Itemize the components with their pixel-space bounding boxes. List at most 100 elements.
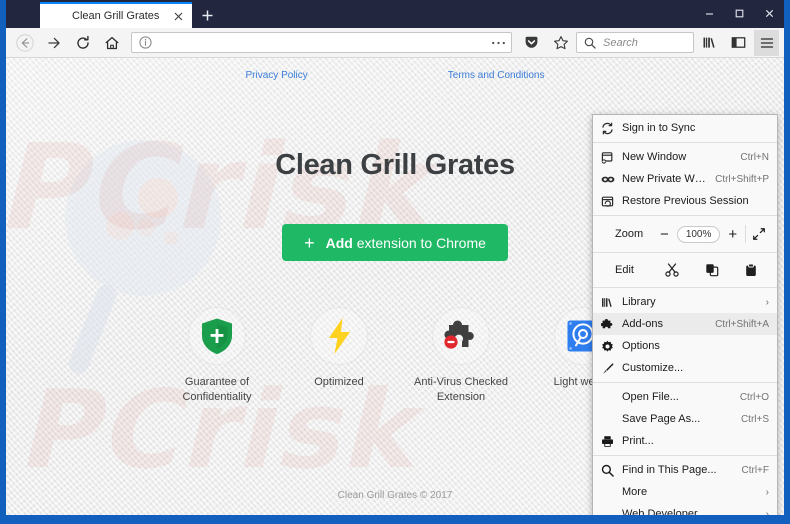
menu-item-label: More <box>622 486 648 498</box>
back-button[interactable] <box>11 30 38 56</box>
paste-icon[interactable] <box>731 259 771 281</box>
navigation-toolbar: Search <box>6 28 784 58</box>
menu-item-more[interactable]: More › <box>593 481 777 503</box>
menu-item-label: Library <box>622 296 656 308</box>
menu-separator <box>593 142 777 143</box>
menu-item-sign-in-to-sync[interactable]: Sign in to Sync <box>593 117 777 139</box>
menu-item-web-developer[interactable]: Web Developer › <box>593 503 777 515</box>
bookmark-star-icon[interactable] <box>547 30 574 56</box>
close-button[interactable] <box>754 0 784 26</box>
menu-separator <box>593 455 777 456</box>
library-icon[interactable] <box>696 30 723 56</box>
puzzle-blocked-icon <box>444 320 474 349</box>
menu-item-shortcut: Ctrl+Shift+P <box>715 173 769 185</box>
menu-item-shortcut: Ctrl+O <box>739 391 769 403</box>
menu-item-label: New Window <box>622 151 687 163</box>
zoom-label: Zoom <box>615 228 644 240</box>
feature-label: Optimized <box>314 376 364 388</box>
url-bar[interactable] <box>131 32 512 53</box>
new-tab-button[interactable] <box>192 2 222 28</box>
yellow-lightning-icon <box>329 318 350 354</box>
blank-icon <box>600 507 615 516</box>
page-content: PCrisk PCrisk Privacy Policy Terms and C… <box>6 58 784 515</box>
zoom-in-button[interactable]: + <box>720 222 745 246</box>
cta-label-strong: Add <box>325 234 353 251</box>
menu-item-label: New Private Window <box>622 173 708 185</box>
minimize-button[interactable] <box>694 0 724 26</box>
chevron-right-icon: › <box>765 508 769 516</box>
magnifier-icon <box>582 35 598 51</box>
menu-item-label: Add-ons <box>622 318 663 330</box>
menu-item-label: Customize... <box>622 362 684 374</box>
menu-item-print[interactable]: Print... <box>593 430 777 452</box>
reload-button[interactable] <box>69 30 96 56</box>
sidebar-icon[interactable] <box>725 30 752 56</box>
tabbar-spacer <box>222 2 694 28</box>
chevron-right-icon: › <box>765 486 769 498</box>
zoom-level-value[interactable]: 100% <box>676 225 721 243</box>
feature-label: Anti-Virus Checked Extension <box>414 376 508 403</box>
restore-session-icon <box>600 194 615 209</box>
menu-item-library[interactable]: Library › <box>593 291 777 313</box>
menu-separator <box>593 287 777 288</box>
menu-item-label: Restore Previous Session <box>622 195 749 207</box>
search-bar[interactable]: Search <box>576 32 694 53</box>
hamburger-icon[interactable] <box>754 29 779 56</box>
menu-item-options[interactable]: Options <box>593 335 777 357</box>
scissors-icon[interactable] <box>652 259 692 281</box>
feature-optimized: Optimized <box>288 307 390 405</box>
add-extension-button[interactable]: + Add extension to Chrome <box>282 224 508 261</box>
menu-separator <box>593 382 777 383</box>
page-actions-ellipsis-icon[interactable] <box>490 35 506 51</box>
mask-icon <box>600 172 615 187</box>
fullscreen-icon[interactable] <box>746 222 771 246</box>
sync-icon <box>600 121 615 136</box>
top-links: Privacy Policy Terms and Conditions <box>6 58 784 81</box>
menu-item-save-page-as[interactable]: Save Page As... Ctrl+S <box>593 408 777 430</box>
browser-window: Clean Grill Grates Search PCrisk PCrisk … <box>0 0 790 524</box>
menu-zoom-row: Zoom − 100% + <box>593 219 777 249</box>
menu-item-open-file[interactable]: Open File... Ctrl+O <box>593 386 777 408</box>
menu-item-label: Save Page As... <box>622 413 701 425</box>
menu-item-restore-previous-session[interactable]: Restore Previous Session <box>593 190 777 212</box>
pocket-icon[interactable] <box>518 30 545 56</box>
feature-icon-circle <box>432 307 490 365</box>
new-window-icon <box>600 150 615 165</box>
menu-item-add-ons[interactable]: Add-ons Ctrl+Shift+A <box>593 313 777 335</box>
printer-icon <box>600 434 615 449</box>
browser-menu-panel: Sign in to Sync New Window Ctrl+N New Pr… <box>592 114 778 515</box>
brush-icon <box>600 361 615 376</box>
window-controls <box>694 0 784 28</box>
tab-bar: Clean Grill Grates <box>6 0 784 28</box>
plus-icon: + <box>304 232 315 253</box>
menu-edit-row: Edit <box>593 256 777 284</box>
addons-puzzle-icon <box>600 317 615 332</box>
menu-item-new-window[interactable]: New Window Ctrl+N <box>593 146 777 168</box>
menu-separator <box>593 215 777 216</box>
terms-and-conditions-link[interactable]: Terms and Conditions <box>448 70 545 81</box>
menu-item-customize[interactable]: Customize... <box>593 357 777 379</box>
menu-item-shortcut: Ctrl+Shift+A <box>715 318 769 330</box>
browser-tab[interactable]: Clean Grill Grates <box>40 2 192 28</box>
home-button[interactable] <box>98 30 125 56</box>
feature-label: Guarantee of Confidentiality <box>182 376 252 403</box>
menu-item-label: Web Developer <box>622 508 698 515</box>
edit-label: Edit <box>615 264 634 276</box>
privacy-policy-link[interactable]: Privacy Policy <box>246 70 308 81</box>
info-circle-icon[interactable] <box>137 35 153 51</box>
copy-icon[interactable] <box>692 259 732 281</box>
feature-guarantee-of-confidentiality: Guarantee of Confidentiality <box>166 307 268 405</box>
feature-icon-circle <box>188 307 246 365</box>
maximize-button[interactable] <box>724 0 754 26</box>
menu-item-find-in-this-page[interactable]: Find in This Page... Ctrl+F <box>593 459 777 481</box>
zoom-out-button[interactable]: − <box>652 222 677 246</box>
tab-close-icon[interactable] <box>170 8 186 24</box>
cta-label-rest: extension to Chrome <box>352 234 486 251</box>
forward-button[interactable] <box>40 30 67 56</box>
feature-anti-virus-checked-extension: Anti-Virus Checked Extension <box>410 307 512 405</box>
menu-item-new-private-window[interactable]: New Private Window Ctrl+Shift+P <box>593 168 777 190</box>
search-input[interactable]: Search <box>603 37 638 49</box>
tab-title: Clean Grill Grates <box>72 10 160 22</box>
menu-item-shortcut: Ctrl+N <box>740 151 769 163</box>
feature-icon-circle <box>310 307 368 365</box>
